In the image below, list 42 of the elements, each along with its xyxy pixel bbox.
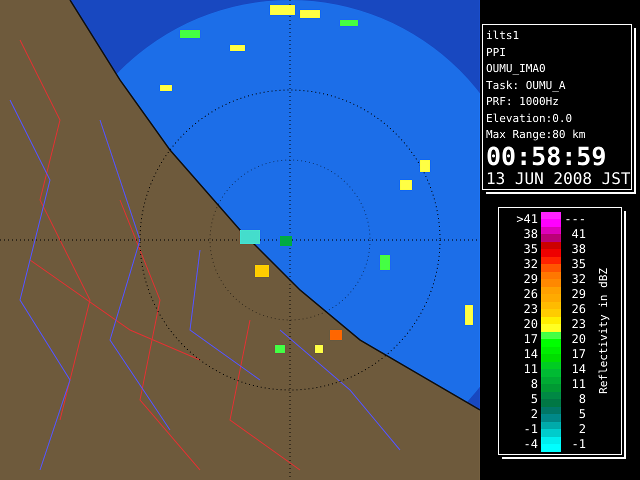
legend-value: -4 xyxy=(522,437,539,451)
legend-value: 5 xyxy=(530,392,539,406)
legend-value: 41 xyxy=(570,227,586,241)
legend-value: -1 xyxy=(522,422,539,436)
legend-value: 11 xyxy=(522,362,539,376)
legend-value: 20 xyxy=(570,332,586,346)
legend-value: 14 xyxy=(570,362,586,376)
legend-value: 17 xyxy=(522,332,539,346)
legend-value: 8 xyxy=(530,377,539,391)
info-text: Task: OUMU_A xyxy=(486,78,566,94)
legend-value: 2 xyxy=(578,422,586,436)
info-text: OUMU_IMA0 xyxy=(486,61,547,77)
legend-value: 17 xyxy=(570,347,586,361)
legend-value: 32 xyxy=(522,257,539,271)
info-text: Max Range:80 km xyxy=(486,127,586,143)
legend-value: 14 xyxy=(522,347,539,361)
legend-value: 26 xyxy=(570,302,586,316)
legend-value: 2 xyxy=(530,407,539,421)
legend-value: 11 xyxy=(570,377,586,391)
legend-value: -1 xyxy=(570,437,586,451)
legend-value: 26 xyxy=(522,287,539,301)
legend-value: 29 xyxy=(570,287,586,301)
legend-value: >41 xyxy=(515,212,539,226)
legend-value: 32 xyxy=(570,272,586,286)
legend-value: 8 xyxy=(578,392,586,406)
legend-value: 35 xyxy=(570,257,586,271)
legend-value: 5 xyxy=(578,407,586,421)
legend-value: 38 xyxy=(570,242,586,256)
time-text: 00:58:59 xyxy=(486,144,608,170)
legend-value: 20 xyxy=(522,317,539,331)
legend-value: --- xyxy=(563,212,586,226)
info-text: PRF: 1000Hz xyxy=(486,94,560,110)
info-text: PPI xyxy=(486,44,507,60)
date-text: 13 JUN 2008 JST xyxy=(486,170,628,188)
legend-value: 23 xyxy=(570,317,586,331)
legend-value: 29 xyxy=(522,272,539,286)
info-text: ilts1 xyxy=(486,28,520,44)
axis-label: Reflectivity in dBZ xyxy=(597,268,610,394)
legend-value: 23 xyxy=(522,302,539,316)
info-text: Elevation:0.0 xyxy=(486,110,574,126)
legend-value: 35 xyxy=(522,242,539,256)
legend-value: 38 xyxy=(522,227,539,241)
